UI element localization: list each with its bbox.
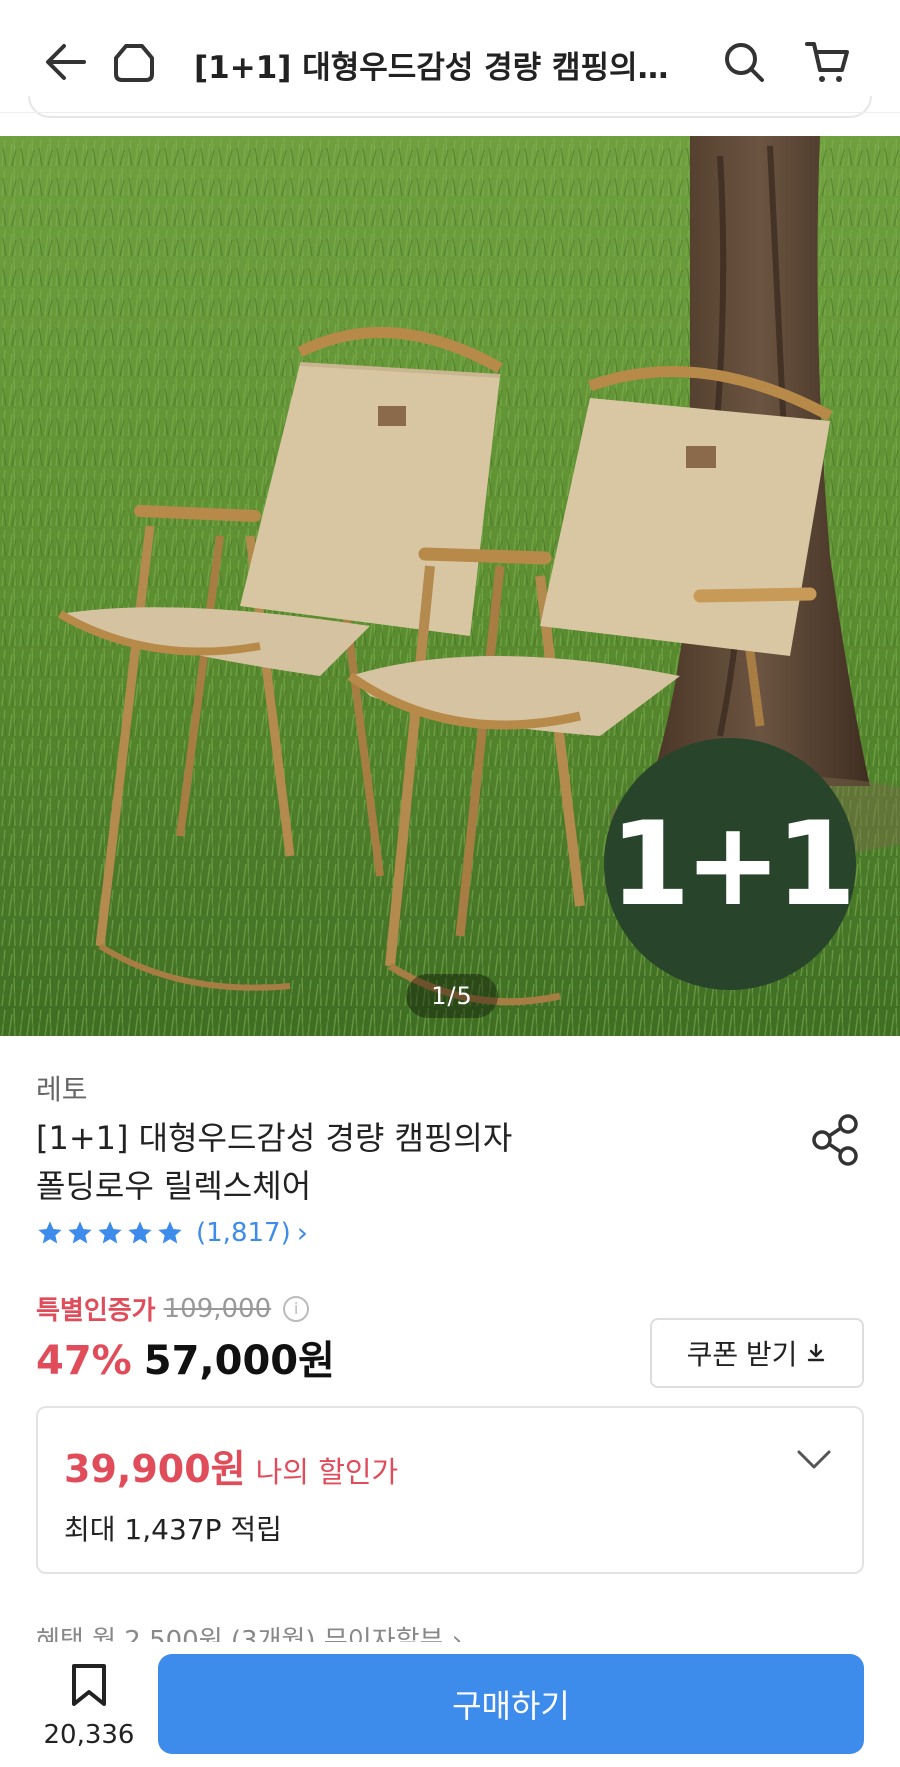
buy-button[interactable]: 구매하기 (158, 1654, 864, 1754)
my-discount-box[interactable]: 39,900원 나의 할인가 최대 1,437P 적립 (36, 1406, 864, 1574)
brand-name[interactable]: 레토 (36, 1068, 88, 1108)
price-row: 47% 57,000원 (36, 1328, 335, 1386)
rating-stars (36, 1219, 184, 1247)
info-icon[interactable]: i (283, 1295, 310, 1322)
one-plus-one-badge: 1+1 (604, 738, 856, 990)
special-price-label: 특별인증가 (36, 1296, 156, 1326)
my-discount-price: 39,900원 (64, 1447, 246, 1491)
image-counter: 1/5 (406, 974, 498, 1018)
search-bar-edge (28, 96, 872, 118)
product-title-line1: [1+1] 대형우드감성 경량 캠핑의자 (36, 1119, 513, 1157)
product-title: [1+1] 대형우드감성 경량 캠핑의자 폴딩로우 릴렉스체어 (36, 1114, 676, 1210)
star-icon (128, 1220, 152, 1243)
wishlist-button[interactable]: 20,336 (36, 1662, 142, 1750)
bottom-action-bar: 20,336 구매하기 (0, 1642, 900, 1767)
header-divider (0, 112, 900, 113)
search-icon[interactable] (716, 34, 772, 90)
product-image[interactable]: 1+1 1/5 (0, 136, 900, 1036)
rating-row[interactable]: (1,817) › (36, 1216, 308, 1249)
special-price-row: 특별인증가 109,000 i (36, 1290, 310, 1327)
home-icon[interactable] (106, 34, 162, 90)
cart-icon[interactable] (800, 34, 856, 90)
discount-rate: 47% (36, 1338, 132, 1384)
chevron-right-icon: › (296, 1216, 308, 1249)
chevron-down-icon[interactable] (796, 1446, 832, 1474)
wishlist-count: 20,336 (43, 1720, 135, 1750)
benefit-row[interactable]: 혜택 월 2,500원 (3개월) 무이자할부 › (36, 1620, 864, 1642)
review-count[interactable]: (1,817) (196, 1218, 291, 1248)
back-arrow-icon[interactable] (38, 34, 94, 90)
share-icon[interactable] (808, 1112, 864, 1168)
star-icon (38, 1220, 62, 1243)
star-icon (158, 1220, 182, 1243)
points-text: 최대 1,437P 적립 (64, 1513, 282, 1546)
bookmark-icon (72, 1664, 106, 1706)
star-icon (98, 1220, 122, 1243)
page-title: [1+1] 대형우드감성 경량 캠핑의자 폴딩로우 릴렉스체어 (194, 50, 684, 86)
coupon-button[interactable]: 쿠폰 받기 (650, 1318, 864, 1388)
original-price: 109,000 (163, 1293, 272, 1324)
my-price-row: 39,900원 나의 할인가 (64, 1438, 398, 1493)
sale-price: 57,000원 (143, 1338, 335, 1384)
my-discount-label: 나의 할인가 (255, 1455, 399, 1489)
coupon-button-label: 쿠폰 받기 (686, 1339, 798, 1370)
top-header: [1+1] 대형우드감성 경량 캠핑의자 폴딩로우 릴렉스체어 (0, 0, 900, 122)
star-icon (68, 1220, 92, 1243)
product-title-line2: 폴딩로우 릴렉스체어 (36, 1167, 312, 1205)
download-icon (808, 1343, 825, 1362)
